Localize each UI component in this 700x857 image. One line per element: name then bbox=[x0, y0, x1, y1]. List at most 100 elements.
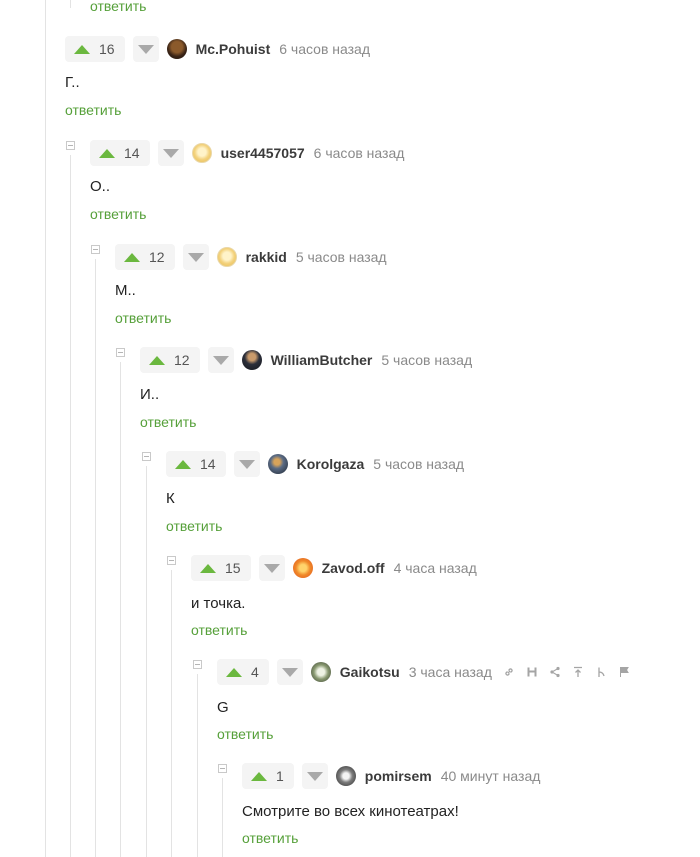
collapse-toggle[interactable] bbox=[142, 452, 151, 461]
username[interactable]: WilliamButcher bbox=[271, 352, 373, 368]
comment: 12 WilliamButcher 5 часов назад bbox=[140, 347, 472, 373]
avatar[interactable] bbox=[267, 454, 288, 474]
downvote-button[interactable] bbox=[233, 451, 260, 477]
username[interactable]: Zavod.off bbox=[322, 560, 385, 576]
thread-line bbox=[120, 362, 121, 857]
comment-text: G bbox=[217, 699, 229, 716]
downvote-button[interactable] bbox=[182, 244, 209, 270]
arrow-up-icon bbox=[74, 44, 90, 54]
upvote-button[interactable] bbox=[242, 763, 276, 789]
vote-box: 16 bbox=[65, 36, 125, 62]
rating-count: 4 bbox=[251, 664, 259, 680]
reply-link[interactable]: ответить bbox=[242, 830, 298, 846]
link-icon[interactable] bbox=[502, 665, 516, 679]
avatar[interactable] bbox=[191, 143, 212, 163]
username[interactable]: Korolgaza bbox=[297, 456, 365, 472]
reply-link[interactable]: ответить bbox=[65, 102, 121, 118]
timestamp[interactable]: 40 минут назад bbox=[441, 768, 541, 784]
reply-link[interactable]: ответить bbox=[90, 0, 146, 14]
arrow-down-icon bbox=[306, 771, 323, 781]
upvote-button[interactable] bbox=[166, 451, 200, 477]
arrow-down-icon bbox=[281, 667, 298, 677]
upvote-button[interactable] bbox=[65, 36, 99, 62]
comment: 4 Gaikotsu 3 часа назад bbox=[217, 659, 631, 685]
downvote-button[interactable] bbox=[258, 555, 285, 581]
avatar[interactable] bbox=[166, 39, 187, 59]
reply-link[interactable]: ответить bbox=[217, 726, 273, 742]
arrow-up-icon bbox=[226, 667, 242, 677]
timestamp[interactable]: 4 часа назад bbox=[394, 560, 477, 576]
comment-text: Смотрите во всех кинотеатрах! bbox=[242, 803, 459, 820]
arrow-up-icon bbox=[251, 771, 267, 781]
share-icon[interactable] bbox=[548, 665, 562, 679]
comment: 1 pomirsem 40 минут назад bbox=[242, 763, 540, 789]
timestamp[interactable]: 5 часов назад bbox=[373, 456, 464, 472]
arrow-up-icon bbox=[175, 459, 191, 469]
username[interactable]: user4457057 bbox=[221, 145, 305, 161]
upvote-button[interactable] bbox=[191, 555, 225, 581]
thread-line bbox=[95, 259, 96, 857]
upvote-button[interactable] bbox=[140, 347, 174, 373]
downvote-button[interactable] bbox=[132, 36, 159, 62]
avatar[interactable] bbox=[292, 558, 313, 578]
collapse-toggle[interactable] bbox=[66, 141, 75, 150]
go-to-parent-icon[interactable] bbox=[571, 665, 585, 679]
timestamp[interactable]: 6 часов назад bbox=[279, 41, 370, 57]
username[interactable]: pomirsem bbox=[365, 768, 432, 784]
collapse-toggle[interactable] bbox=[193, 660, 202, 669]
save-icon[interactable] bbox=[525, 665, 539, 679]
collapse-toggle[interactable] bbox=[116, 348, 125, 357]
avatar[interactable] bbox=[335, 766, 356, 786]
downvote-button[interactable] bbox=[276, 659, 303, 685]
reply-link[interactable]: ответить bbox=[90, 206, 146, 222]
arrow-down-icon bbox=[162, 148, 179, 158]
comment-text: О.. bbox=[90, 178, 111, 195]
vote-box: 12 bbox=[140, 347, 200, 373]
timestamp[interactable]: 6 часов назад bbox=[314, 145, 405, 161]
collapse-toggle[interactable] bbox=[218, 764, 227, 773]
arrow-up-icon bbox=[149, 355, 165, 365]
rating-count: 15 bbox=[225, 560, 241, 576]
reply-link[interactable]: ответить bbox=[191, 622, 247, 638]
arrow-up-icon bbox=[124, 252, 140, 262]
avatar[interactable] bbox=[310, 662, 331, 682]
upvote-button[interactable] bbox=[115, 244, 149, 270]
reply-link[interactable]: ответить bbox=[166, 518, 222, 534]
upvote-button[interactable] bbox=[217, 659, 251, 685]
thread-line bbox=[222, 778, 223, 857]
arrow-down-icon bbox=[137, 44, 154, 54]
comment: 14 user4457057 6 часов назад bbox=[90, 140, 404, 166]
collapse-toggle[interactable] bbox=[91, 245, 100, 254]
rating-count: 12 bbox=[149, 249, 165, 265]
arrow-down-icon bbox=[212, 355, 229, 365]
report-flag-icon[interactable] bbox=[617, 665, 631, 679]
reply-link[interactable]: ответить bbox=[140, 414, 196, 430]
timestamp[interactable]: 5 часов назад bbox=[381, 352, 472, 368]
thread-line bbox=[197, 674, 198, 857]
username[interactable]: Mc.Pohuist bbox=[196, 41, 271, 57]
vote-box: 1 bbox=[242, 763, 294, 789]
downvote-button[interactable] bbox=[157, 140, 184, 166]
comment: 16 Mc.Pohuist 6 часов назад bbox=[65, 36, 370, 62]
comment: 12 rakkid 5 часов назад bbox=[115, 244, 387, 270]
thread-line bbox=[70, 155, 71, 857]
collapse-toggle[interactable] bbox=[167, 556, 176, 565]
reply-link[interactable]: ответить bbox=[115, 310, 171, 326]
arrow-up-icon bbox=[99, 148, 115, 158]
comment: 14 Korolgaza 5 часов назад bbox=[166, 451, 464, 477]
username[interactable]: rakkid bbox=[246, 249, 287, 265]
rating-count: 1 bbox=[276, 768, 284, 784]
branch-icon[interactable] bbox=[594, 665, 608, 679]
downvote-button[interactable] bbox=[207, 347, 234, 373]
timestamp[interactable]: 3 часа назад bbox=[409, 664, 492, 680]
rating-count: 14 bbox=[200, 456, 216, 472]
avatar[interactable] bbox=[241, 350, 262, 370]
username[interactable]: Gaikotsu bbox=[340, 664, 400, 680]
avatar[interactable] bbox=[216, 247, 237, 267]
upvote-button[interactable] bbox=[90, 140, 124, 166]
rating-count: 12 bbox=[174, 352, 190, 368]
comment-text: М.. bbox=[115, 282, 136, 299]
comment-text: К bbox=[166, 490, 175, 507]
downvote-button[interactable] bbox=[301, 763, 328, 789]
timestamp[interactable]: 5 часов назад bbox=[296, 249, 387, 265]
